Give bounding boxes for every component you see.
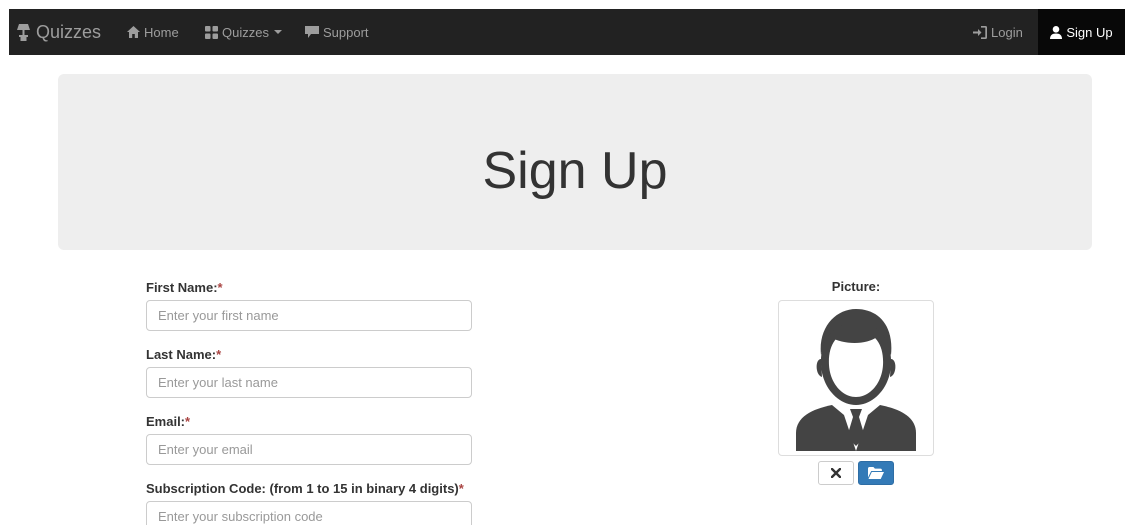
first-name-label: First Name:* <box>146 280 223 295</box>
required-marker: * <box>185 414 191 429</box>
picture-label: Picture: <box>831 279 881 294</box>
last-name-input[interactable] <box>146 367 472 398</box>
browse-picture-button[interactable] <box>858 461 894 485</box>
nav-quizzes-label: Quizzes <box>222 24 269 40</box>
nav-home-label: Home <box>144 24 179 40</box>
lamp-icon <box>17 23 30 41</box>
nav-signup[interactable]: Sign Up <box>1038 9 1125 55</box>
login-icon <box>973 25 987 39</box>
page-title: Sign Up <box>482 142 668 200</box>
top-navbar: Quizzes Home Quizzes Support Login Sign … <box>9 9 1125 55</box>
quizzes-grid-icon <box>205 25 218 39</box>
nav-home[interactable]: Home <box>127 9 179 55</box>
nav-support-label: Support <box>323 24 369 40</box>
first-name-input[interactable] <box>146 300 472 331</box>
last-name-label: Last Name:* <box>146 347 221 362</box>
comment-icon <box>305 26 319 38</box>
nav-quizzes-dropdown[interactable]: Quizzes <box>205 9 282 55</box>
required-marker: * <box>217 280 223 295</box>
subscription-code-label: Subscription Code: (from 1 to 15 in bina… <box>146 481 464 496</box>
nav-login[interactable]: Login <box>973 9 1023 55</box>
home-icon <box>127 26 140 38</box>
subscription-code-label-text: Subscription Code: (from 1 to 15 in bina… <box>146 481 459 496</box>
default-user-avatar-icon <box>796 309 916 451</box>
clear-picture-button[interactable] <box>818 461 854 485</box>
folder-open-icon <box>868 467 884 479</box>
navbar-brand[interactable]: Quizzes <box>17 9 101 55</box>
user-icon <box>1050 25 1063 39</box>
first-name-label-text: First Name: <box>146 280 218 295</box>
email-input[interactable] <box>146 434 472 465</box>
subscription-code-input[interactable] <box>146 501 472 525</box>
nav-login-label: Login <box>991 24 1023 40</box>
nav-signup-label: Sign Up <box>1066 24 1113 40</box>
brand-label: Quizzes <box>36 21 102 42</box>
required-marker: * <box>458 481 464 496</box>
close-icon <box>831 468 841 478</box>
email-label-text: Email: <box>146 414 186 429</box>
required-marker: * <box>216 347 222 362</box>
picture-thumbnail <box>778 300 934 456</box>
last-name-label-text: Last Name: <box>146 347 217 362</box>
page-header-jumbotron: Sign Up <box>58 74 1092 250</box>
email-label: Email:* <box>146 414 190 429</box>
nav-support[interactable]: Support <box>305 9 369 55</box>
caret-down-icon <box>273 30 282 34</box>
